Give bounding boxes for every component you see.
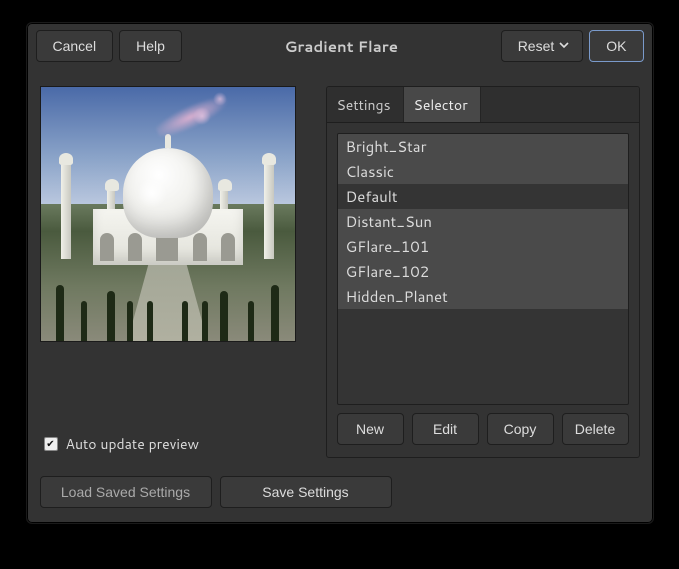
list-item[interactable]: Distant_Sun xyxy=(338,209,628,234)
list-item[interactable]: Classic xyxy=(338,159,628,184)
edit-button[interactable]: Edit xyxy=(412,413,479,445)
check-icon xyxy=(44,437,58,451)
list-item[interactable]: GFlare_101 xyxy=(338,234,628,259)
auto-update-label: Auto update preview xyxy=(66,434,200,454)
list-item[interactable]: Hidden_Planet xyxy=(338,284,628,309)
preview-image[interactable] xyxy=(40,86,296,342)
help-button[interactable]: Help xyxy=(119,30,182,62)
delete-button[interactable]: Delete xyxy=(562,413,629,445)
cancel-button[interactable]: Cancel xyxy=(36,30,114,62)
new-button[interactable]: New xyxy=(337,413,404,445)
list-item[interactable]: Bright_Star xyxy=(338,134,628,159)
chevron-down-icon xyxy=(558,38,570,54)
dialog-title: Gradient Flare xyxy=(188,36,495,57)
dialog-body: Auto update preview Settings Selector Br… xyxy=(34,78,646,462)
ok-button[interactable]: OK xyxy=(589,30,643,62)
reset-label: Reset xyxy=(518,38,555,54)
preview-column: Auto update preview xyxy=(40,86,312,458)
auto-update-preview-checkbox[interactable]: Auto update preview xyxy=(40,434,312,454)
list-item[interactable]: Default xyxy=(338,184,628,209)
preview-render xyxy=(41,87,295,341)
tab-selector[interactable]: Selector xyxy=(404,87,481,122)
copy-button[interactable]: Copy xyxy=(487,413,554,445)
save-settings-button[interactable]: Save Settings xyxy=(220,476,392,508)
tab-settings[interactable]: Settings xyxy=(327,87,404,122)
dialog-header: Cancel Help Gradient Flare Reset OK xyxy=(34,30,646,62)
selector-panel: Settings Selector Bright_StarClassicDefa… xyxy=(326,86,640,458)
dialog-footer: Load Saved Settings Save Settings xyxy=(34,462,646,516)
selector-button-row: New Edit Copy Delete xyxy=(327,413,639,457)
tab-bar: Settings Selector xyxy=(327,87,639,123)
selector-list[interactable]: Bright_StarClassicDefaultDistant_SunGFla… xyxy=(337,133,629,405)
load-saved-settings-button[interactable]: Load Saved Settings xyxy=(40,476,212,508)
list-item[interactable]: GFlare_102 xyxy=(338,259,628,284)
gradient-flare-dialog: Cancel Help Gradient Flare Reset OK xyxy=(26,22,654,524)
reset-button[interactable]: Reset xyxy=(501,30,584,62)
